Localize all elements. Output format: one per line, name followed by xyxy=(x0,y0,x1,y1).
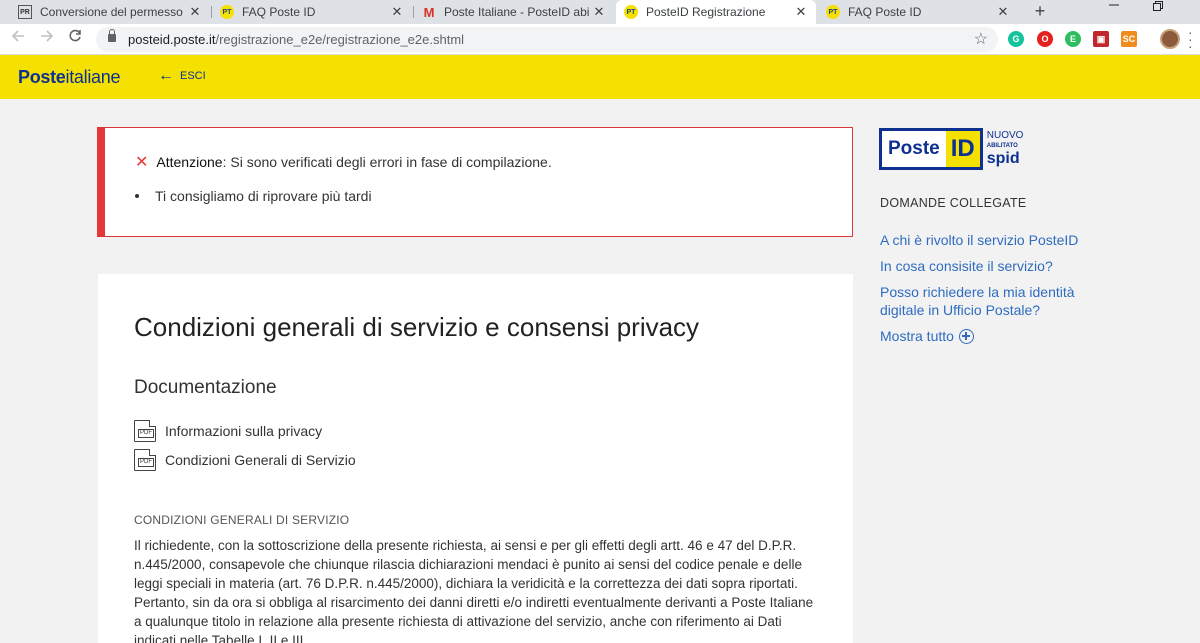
restore-icon xyxy=(1153,1,1163,11)
tab-3-close-icon[interactable]: ✕ xyxy=(590,4,608,20)
documentation-heading: Documentazione xyxy=(134,377,277,398)
url-path: /registrazione_e2e/registrazione_e2e.sht… xyxy=(215,32,465,47)
posteid-spid-badge: Poste ID NUOVO ABILITATO spid xyxy=(879,127,1034,171)
poste-italiane-logo[interactable]: Posteitaliane xyxy=(18,67,120,88)
badge-nuovo: NUOVO xyxy=(986,130,1024,141)
tab-4-title: PosteID Registrazione xyxy=(646,5,766,19)
show-all-label: Mostra tutto xyxy=(880,328,954,344)
extension-icon[interactable]: ▣ xyxy=(1093,31,1109,47)
left-arrow-icon: ← xyxy=(158,67,174,84)
tab-1-favicon-icon: PR xyxy=(18,5,32,19)
badge-spid: spid xyxy=(986,150,1020,167)
general-conditions-label: Condizioni Generali di Servizio xyxy=(165,452,356,468)
sc-extension-icon[interactable]: SC xyxy=(1121,31,1137,47)
tab-2-title: FAQ Poste ID xyxy=(242,5,316,19)
browser-tab-strip: PR Conversione del permesso di s ✕ PT FA… xyxy=(0,0,1200,24)
restore-button[interactable] xyxy=(1136,0,1180,24)
related-link-1[interactable]: A chi è rivolto il servizio PosteID xyxy=(880,231,1110,249)
logo-bold-text: Poste xyxy=(18,67,66,87)
opera-icon[interactable]: O xyxy=(1037,31,1053,47)
tab-4-active[interactable]: PT PosteID Registrazione ✕ xyxy=(616,0,816,24)
tab-1[interactable]: PR Conversione del permesso di s ✕ xyxy=(10,0,210,24)
terms-card: Condizioni generali di servizio e consen… xyxy=(98,274,853,643)
error-alert: ✕ Attenzione: Si sono verificati degli e… xyxy=(97,127,853,237)
badge-poste-text: Poste xyxy=(888,138,940,159)
bookmark-star-icon[interactable]: ☆ xyxy=(974,29,988,49)
new-tab-button[interactable]: + xyxy=(1030,0,1050,24)
alert-label: Attenzione xyxy=(156,154,223,170)
reload-button[interactable] xyxy=(64,28,86,50)
conditions-body: Il richiedente, con la sottoscrizione de… xyxy=(134,538,814,643)
url-host: posteid.poste.it xyxy=(128,32,216,47)
forward-arrow-icon xyxy=(41,30,54,42)
exit-link[interactable]: ← ESCI xyxy=(158,67,206,84)
tab-3-gmail-icon: M xyxy=(423,4,435,20)
badge-id-text: ID xyxy=(945,131,980,167)
pdf-icon-label: PDF xyxy=(138,458,154,467)
related-questions-heading: DOMANDE COLLEGATE xyxy=(880,196,1027,210)
alert-bullet-text: Ti consigliamo di riprovare più tardi xyxy=(155,188,372,204)
forward-button[interactable] xyxy=(36,28,58,50)
minimize-button[interactable] xyxy=(1092,0,1136,24)
page-title: Condizioni generali di servizio e consen… xyxy=(134,312,700,342)
conditions-heading: CONDIZIONI GENERALI DI SERVIZIO xyxy=(134,513,350,527)
tab-1-title: Conversione del permesso di s xyxy=(40,5,186,19)
grammarly-icon[interactable]: G xyxy=(1008,31,1024,47)
tab-2-close-icon[interactable]: ✕ xyxy=(388,4,406,20)
error-x-icon: ✕ xyxy=(135,154,149,171)
bullet-dot xyxy=(135,194,139,198)
plus-circle-icon xyxy=(958,328,974,344)
address-bar[interactable]: posteid.poste.it/registrazione_e2e/regis… xyxy=(96,27,998,52)
url-text: posteid.poste.it/registrazione_e2e/regis… xyxy=(128,32,464,47)
tab-2[interactable]: PT FAQ Poste ID ✕ xyxy=(212,0,412,24)
tab-4-favicon-icon: PT xyxy=(624,5,638,19)
privacy-info-link[interactable]: PDF Informazioni sulla privacy xyxy=(134,420,322,442)
tab-5-close-icon[interactable]: ✕ xyxy=(994,4,1012,20)
tab-3[interactable]: M Poste Italiane - PosteID abilitat ✕ xyxy=(414,0,614,24)
alert-message: : Si sono verificati degli errori in fas… xyxy=(222,154,552,170)
posteid-logo: Poste ID xyxy=(879,128,983,170)
show-all-link[interactable]: Mostra tutto xyxy=(880,328,974,344)
evernote-icon[interactable]: E xyxy=(1065,31,1081,47)
menu-kebab-icon[interactable]: · · · xyxy=(1188,25,1196,53)
alert-message-row: ✕ Attenzione: Si sono verificati degli e… xyxy=(135,152,552,172)
alert-bullet-row: Ti consigliamo di riprovare più tardi xyxy=(135,188,372,204)
reload-icon xyxy=(69,29,81,42)
back-button[interactable] xyxy=(7,28,29,50)
tab-5[interactable]: PT FAQ Poste ID ✕ xyxy=(818,0,1018,24)
tab-1-close-icon[interactable]: ✕ xyxy=(186,4,204,20)
tab-2-favicon-icon: PT xyxy=(220,5,234,19)
general-conditions-link[interactable]: PDF Condizioni Generali di Servizio xyxy=(134,449,356,471)
lock-icon xyxy=(108,29,116,42)
site-header: Posteitaliane ← ESCI xyxy=(0,55,1200,99)
related-link-2[interactable]: In cosa consisite il servizio? xyxy=(880,257,1110,275)
tab-3-title: Poste Italiane - PosteID abilitat xyxy=(444,5,590,19)
back-arrow-icon xyxy=(11,30,24,42)
pdf-icon: PDF xyxy=(134,420,156,442)
spid-badge: NUOVO ABILITATO spid xyxy=(987,131,1024,167)
tab-5-title: FAQ Poste ID xyxy=(848,5,922,19)
tab-4-close-icon[interactable]: ✕ xyxy=(792,4,810,20)
privacy-info-label: Informazioni sulla privacy xyxy=(165,423,323,439)
related-link-3[interactable]: Posso richiedere la mia identità digital… xyxy=(880,283,1110,319)
profile-avatar[interactable] xyxy=(1160,29,1180,49)
pdf-icon: PDF xyxy=(134,449,156,471)
tab-5-favicon-icon: PT xyxy=(826,5,840,19)
logo-regular-text: italiane xyxy=(65,67,121,87)
pdf-icon-label: PDF xyxy=(138,429,154,438)
minimize-icon xyxy=(1109,4,1119,6)
exit-label: ESCI xyxy=(180,70,206,82)
browser-toolbar: posteid.poste.it/registrazione_e2e/regis… xyxy=(0,24,1200,55)
